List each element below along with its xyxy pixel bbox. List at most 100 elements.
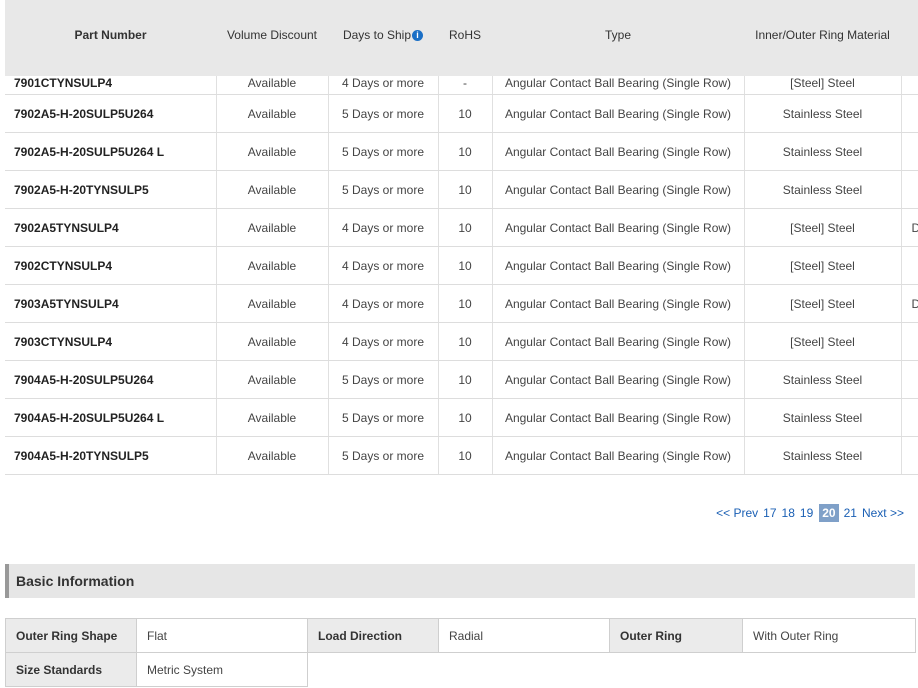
row-part-number[interactable]: 7904A5-H-20TYNSULP5 — [5, 436, 217, 475]
info-row: Size Standards Metric System — [5, 652, 916, 687]
info-empty-cell — [439, 653, 610, 687]
row-part-number[interactable]: 7902A5-H-20SULP5U264 — [5, 94, 217, 133]
header-days-to-ship-label: Days to Ship — [342, 28, 412, 42]
table-row[interactable]: 7904A5-H-20SULP5U264 L Available 5 Days or… — [5, 398, 918, 437]
row-part-number[interactable]: 7901CTYNSULP4 — [5, 76, 217, 95]
table-row[interactable]: 7902CTYNSULP4 Available 4 Days or more 10 An… — [5, 246, 918, 285]
page-link-21[interactable]: 21 — [844, 506, 857, 520]
next-page-link[interactable]: Next >> — [862, 506, 904, 520]
row-extra — [901, 398, 918, 437]
row-extra — [901, 170, 918, 209]
table-row[interactable]: 7904A5-H-20SULP5U264 Available 5 Days or m… — [5, 360, 918, 399]
table-row[interactable]: 7902A5-H-20SULP5U264 L Available 5 Days or… — [5, 132, 918, 171]
row-volume-discount: Available — [216, 94, 329, 133]
row-part-number[interactable]: 7902A5-H-20TYNSULP5 — [5, 170, 217, 209]
row-type: Angular Contact Ball Bearing (Single Row… — [492, 360, 745, 399]
current-page: 20 — [819, 504, 839, 522]
info-empty-cell — [308, 653, 439, 687]
row-extra — [901, 360, 918, 399]
info-empty-cell — [610, 653, 743, 687]
row-volume-discount: Available — [216, 436, 329, 475]
row-ring-material: [Steel] Steel — [744, 284, 902, 323]
row-rohs: 10 — [438, 398, 493, 437]
row-days-to-ship: 4 Days or more — [328, 322, 439, 361]
basic-information-table: Outer Ring Shape Flat Load Direction Rad… — [5, 618, 916, 687]
row-volume-discount: Available — [216, 322, 329, 361]
row-rohs: 10 — [438, 94, 493, 133]
header-rohs[interactable]: RoHS — [438, 0, 492, 76]
row-volume-discount: Available — [216, 360, 329, 399]
outer-ring-label: Outer Ring — [609, 618, 743, 653]
info-icon[interactable]: i — [412, 30, 424, 41]
header-volume-discount[interactable]: Volume Discount — [216, 0, 328, 76]
row-type: Angular Contact Ball Bearing (Single Row… — [492, 76, 745, 95]
row-days-to-ship: 5 Days or more — [328, 94, 439, 133]
row-volume-discount: Available — [216, 170, 329, 209]
table-row[interactable]: 7902A5-H-20SULP5U264 Available 5 Days or m… — [5, 94, 918, 133]
row-type: Angular Contact Ball Bearing (Single Row… — [492, 246, 745, 285]
row-type: Angular Contact Ball Bearing (Single Row… — [492, 94, 745, 133]
table-row[interactable]: 7903CTYNSULP4 Available 4 Days or more 10 An… — [5, 322, 918, 361]
row-type: Angular Contact Ball Bearing (Single Row… — [492, 284, 745, 323]
header-part-number[interactable]: Part Number — [5, 0, 216, 76]
row-rohs: 10 — [438, 170, 493, 209]
row-days-to-ship: 5 Days or more — [328, 170, 439, 209]
basic-information-heading: Basic Information — [5, 564, 915, 598]
row-volume-discount: Available — [216, 132, 329, 171]
row-rohs: 10 — [438, 208, 493, 247]
table-row[interactable]: 7901CTYNSULP4 Available 4 Days or more - Ang… — [5, 76, 918, 95]
row-part-number[interactable]: 7902A5-H-20SULP5U264 L — [5, 132, 217, 171]
row-days-to-ship: 5 Days or more — [328, 398, 439, 437]
table-row[interactable]: 7902A5TYNSULP4 Available 4 Days or more 10 A… — [5, 208, 918, 247]
row-extra: D — [901, 208, 918, 247]
row-type: Angular Contact Ball Bearing (Single Row… — [492, 322, 745, 361]
prev-page-link[interactable]: << Prev — [716, 506, 758, 520]
row-extra: D — [901, 284, 918, 323]
row-part-number[interactable]: 7903A5TYNSULP4 — [5, 284, 217, 323]
row-rohs: 10 — [438, 436, 493, 475]
row-rohs: 10 — [438, 284, 493, 323]
row-type: Angular Contact Ball Bearing (Single Row… — [492, 436, 745, 475]
row-rohs: 10 — [438, 322, 493, 361]
row-part-number[interactable]: 7903CTYNSULP4 — [5, 322, 217, 361]
row-part-number[interactable]: 7904A5-H-20SULP5U264 — [5, 360, 217, 399]
row-volume-discount: Available — [216, 284, 329, 323]
page-link-18[interactable]: 18 — [782, 506, 795, 520]
row-ring-material: [Steel] Steel — [744, 208, 902, 247]
table-header-row: Part Number Volume Discount Days to Ship… — [5, 0, 918, 76]
row-days-to-ship: 4 Days or more — [328, 76, 439, 95]
row-days-to-ship: 4 Days or more — [328, 246, 439, 285]
table-row[interactable]: 7904A5-H-20TYNSULP5 Available 5 Days or mo… — [5, 436, 918, 475]
product-table-container: Part Number Volume Discount Days to Ship… — [5, 0, 918, 475]
table-row[interactable]: 7903A5TYNSULP4 Available 4 Days or more 10 A… — [5, 284, 918, 323]
row-type: Angular Contact Ball Bearing (Single Row… — [492, 398, 745, 437]
row-rohs: 10 — [438, 360, 493, 399]
header-type[interactable]: Type — [492, 0, 744, 76]
row-ring-material: Stainless Steel — [744, 398, 902, 437]
row-days-to-ship: 5 Days or more — [328, 132, 439, 171]
table-row[interactable]: 7902A5-H-20TYNSULP5 Available 5 Days or mo… — [5, 170, 918, 209]
outer-ring-shape-value: Flat — [136, 618, 308, 653]
header-days-to-ship[interactable]: Days to Ship i — [328, 0, 438, 76]
row-part-number[interactable]: 7904A5-H-20SULP5U264 L — [5, 398, 217, 437]
row-part-number[interactable]: 7902A5TYNSULP4 — [5, 208, 217, 247]
info-row: Outer Ring Shape Flat Load Direction Rad… — [5, 618, 916, 653]
page-link-19[interactable]: 19 — [800, 506, 813, 520]
size-standards-label: Size Standards — [5, 652, 137, 687]
outer-ring-shape-label: Outer Ring Shape — [5, 618, 137, 653]
row-ring-material: [Steel] Steel — [744, 76, 902, 95]
load-direction-label: Load Direction — [307, 618, 439, 653]
row-extra — [901, 436, 918, 475]
row-type: Angular Contact Ball Bearing (Single Row… — [492, 132, 745, 171]
row-volume-discount: Available — [216, 246, 329, 285]
outer-ring-value: With Outer Ring — [742, 618, 916, 653]
row-volume-discount: Available — [216, 76, 329, 95]
row-ring-material: Stainless Steel — [744, 132, 902, 171]
header-ring-material[interactable]: Inner/Outer Ring Material — [744, 0, 901, 76]
page-link-17[interactable]: 17 — [763, 506, 776, 520]
row-extra — [901, 76, 918, 95]
row-volume-discount: Available — [216, 208, 329, 247]
row-part-number[interactable]: 7902CTYNSULP4 — [5, 246, 217, 285]
row-ring-material: Stainless Steel — [744, 94, 902, 133]
header-extra — [901, 0, 918, 76]
